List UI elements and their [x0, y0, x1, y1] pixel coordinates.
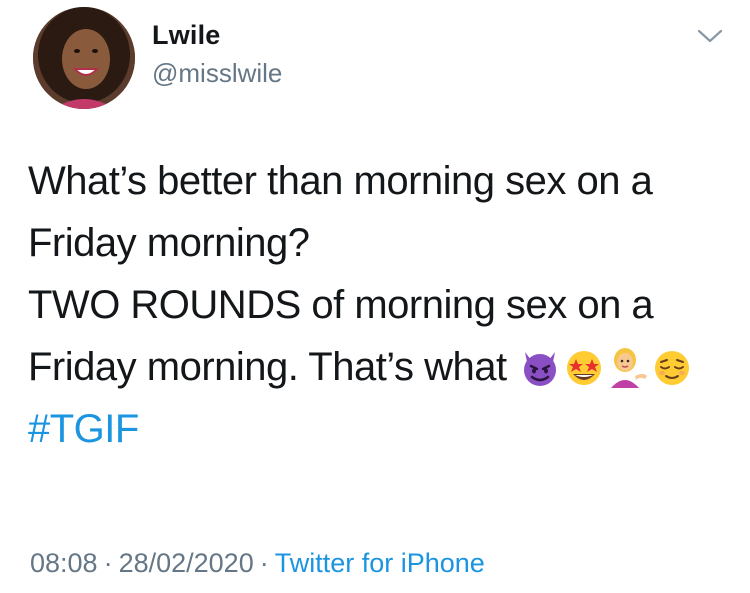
tweet-date[interactable]: 28/02/2020	[119, 548, 254, 578]
meta-separator: ·	[259, 548, 269, 578]
tweet-card: Lwile @misslwile What’s better than morn…	[0, 0, 750, 593]
star-struck-emoji	[563, 344, 605, 386]
smiling-devil-emoji	[519, 344, 561, 386]
tweet-text-line: Friday morning?	[28, 221, 310, 265]
tweet-time[interactable]: 08:08	[30, 548, 98, 578]
author-handle[interactable]: @misslwile	[152, 58, 282, 89]
woman-tipping-hand-emoji	[607, 344, 649, 388]
avatar[interactable]	[33, 7, 135, 109]
hashtag-link[interactable]: #TGIF	[28, 407, 139, 451]
chevron-down-icon[interactable]	[696, 26, 724, 46]
author-name[interactable]: Lwile	[152, 20, 221, 51]
tweet-text-line: TWO ROUNDS of morning sex on a	[28, 283, 654, 327]
tweet-metadata: 08:08 · 28/02/2020 · Twitter for iPhone	[30, 548, 485, 579]
tweet-text: What’s better than morning sex on a Frid…	[28, 150, 728, 460]
meta-separator: ·	[103, 548, 113, 578]
relieved-face-emoji	[651, 344, 693, 386]
tweet-source-link[interactable]: Twitter for iPhone	[275, 548, 485, 578]
tweet-text-line: What’s better than morning sex on a	[28, 159, 653, 203]
tweet-text-segment: Friday morning. That’s what	[28, 345, 507, 389]
tweet-text-line: Friday morning. That’s what	[28, 336, 728, 398]
tweet-hashtag-line: #TGIF	[28, 398, 728, 460]
